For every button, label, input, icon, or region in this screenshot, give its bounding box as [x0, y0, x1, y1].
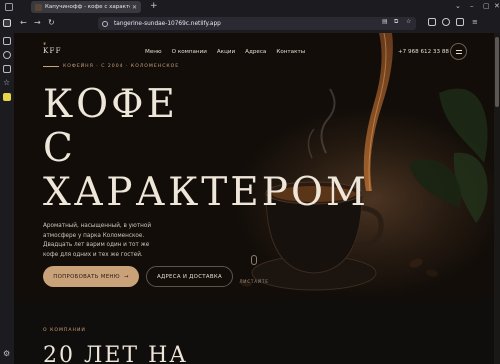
- nav-item-addresses[interactable]: Адреса: [245, 49, 266, 55]
- about-eyebrow: О КОМПАНИИ: [43, 328, 86, 333]
- sidebar-toggle-icon[interactable]: [3, 19, 11, 27]
- tab-overview-icon[interactable]: [5, 3, 13, 11]
- addresses-delivery-button[interactable]: АДРЕСА И ДОСТАВКА: [146, 266, 233, 287]
- account-icon[interactable]: [442, 18, 450, 26]
- scroll-hint-label: ЛИСТАЙТЕ: [239, 279, 269, 284]
- hamburger-icon: [456, 50, 462, 51]
- about-title: 20 ЛЕТ НА: [43, 343, 188, 364]
- hero-headline-line-1: КОФЕ: [43, 82, 178, 127]
- forward-icon[interactable]: →: [34, 18, 41, 28]
- reader-view-icon[interactable]: ▤: [382, 18, 388, 25]
- nav-item-about[interactable]: О компании: [172, 49, 207, 55]
- close-window-icon[interactable]: ✕: [494, 1, 500, 12]
- browser-tab-bar: Капучинофф - кофе с характером ✕ + ⌄ – ▢…: [0, 0, 500, 14]
- try-menu-button[interactable]: ПОПРОБОВАТЬ МЕНЮ →: [43, 266, 139, 287]
- site-info-icon[interactable]: [102, 20, 108, 27]
- history-icon[interactable]: [3, 51, 11, 59]
- url-text[interactable]: tangerine-sundae-10769c.netlify.app: [114, 21, 221, 27]
- hero-eyebrow: КОФЕЙНЯ · С 2004 · КОЛОМЕНСКОЕ: [43, 64, 179, 69]
- site-logo[interactable]: KFF: [43, 47, 62, 55]
- arrow-right-icon: →: [123, 273, 129, 280]
- browser-toolbar: ← → ↻ tangerine-sundae-10769c.netlify.ap…: [0, 14, 500, 33]
- chevron-down-icon[interactable]: ⌄: [455, 1, 461, 12]
- scrollbar-thumb[interactable]: [495, 37, 499, 107]
- hamburger-icon-line: [456, 53, 462, 54]
- nav-item-menu[interactable]: Меню: [145, 49, 162, 55]
- phone-link[interactable]: +7 968 612 33 88: [398, 49, 449, 55]
- site-favicon-icon: [35, 3, 42, 11]
- hero-headline-line-2: С: [43, 126, 76, 171]
- tab-title: Капучинофф - кофе с характером: [45, 4, 130, 10]
- scroll-hint[interactable]: ЛИСТАЙТЕ: [239, 255, 269, 287]
- extensions-icon[interactable]: [456, 18, 464, 26]
- new-tab-icon[interactable]: +: [150, 1, 158, 12]
- bookmark-star-icon[interactable]: ☆: [406, 18, 411, 25]
- hero-headline-line-3: ХАРАКТЕРОМ: [43, 170, 369, 215]
- main-nav: Меню О компании Акции Адреса Контакты: [145, 49, 305, 55]
- shield-icon[interactable]: [428, 18, 436, 26]
- page-scrollbar[interactable]: [494, 33, 500, 364]
- translate-icon[interactable]: ⧉: [394, 18, 398, 26]
- app-menu-icon[interactable]: ≡: [472, 18, 478, 26]
- browser-tab-active[interactable]: Капучинофф - кофе с характером ✕: [31, 1, 141, 13]
- tab-close-icon[interactable]: ✕: [132, 4, 137, 11]
- eyebrow-divider: [43, 66, 59, 67]
- maximize-icon[interactable]: ▢: [483, 1, 490, 12]
- bookmarks-icon[interactable]: [3, 37, 11, 45]
- star-icon[interactable]: ☆: [3, 79, 11, 87]
- address-bar[interactable]: tangerine-sundae-10769c.netlify.app: [98, 17, 416, 30]
- nav-item-contacts[interactable]: Контакты: [276, 49, 305, 55]
- sync-icon[interactable]: [3, 65, 11, 73]
- extension-sidebar-icon[interactable]: [3, 93, 11, 101]
- mouse-scroll-icon: [251, 255, 257, 265]
- web-page: ❦ KFF Меню О компании Акции Адреса Конта…: [14, 33, 500, 364]
- eyebrow-text: КОФЕЙНЯ · С 2004 · КОЛОМЕНСКОЕ: [63, 64, 180, 69]
- menu-button[interactable]: [450, 43, 467, 60]
- settings-gear-icon[interactable]: ⚙: [3, 350, 11, 358]
- minimize-icon[interactable]: –: [470, 1, 474, 12]
- browser-sidebar: ☆ ⚙: [0, 14, 14, 364]
- logo-mark-icon: ❦: [43, 41, 47, 46]
- reload-icon[interactable]: ↻: [48, 18, 55, 28]
- nav-item-promotions[interactable]: Акции: [217, 49, 235, 55]
- back-icon[interactable]: ←: [20, 18, 27, 28]
- hero-description: Ароматный, насыщенный, в уютной атмосфер…: [43, 223, 152, 258]
- addresses-delivery-label: АДРЕСА И ДОСТАВКА: [157, 273, 222, 280]
- try-menu-label: ПОПРОБОВАТЬ МЕНЮ: [53, 273, 120, 280]
